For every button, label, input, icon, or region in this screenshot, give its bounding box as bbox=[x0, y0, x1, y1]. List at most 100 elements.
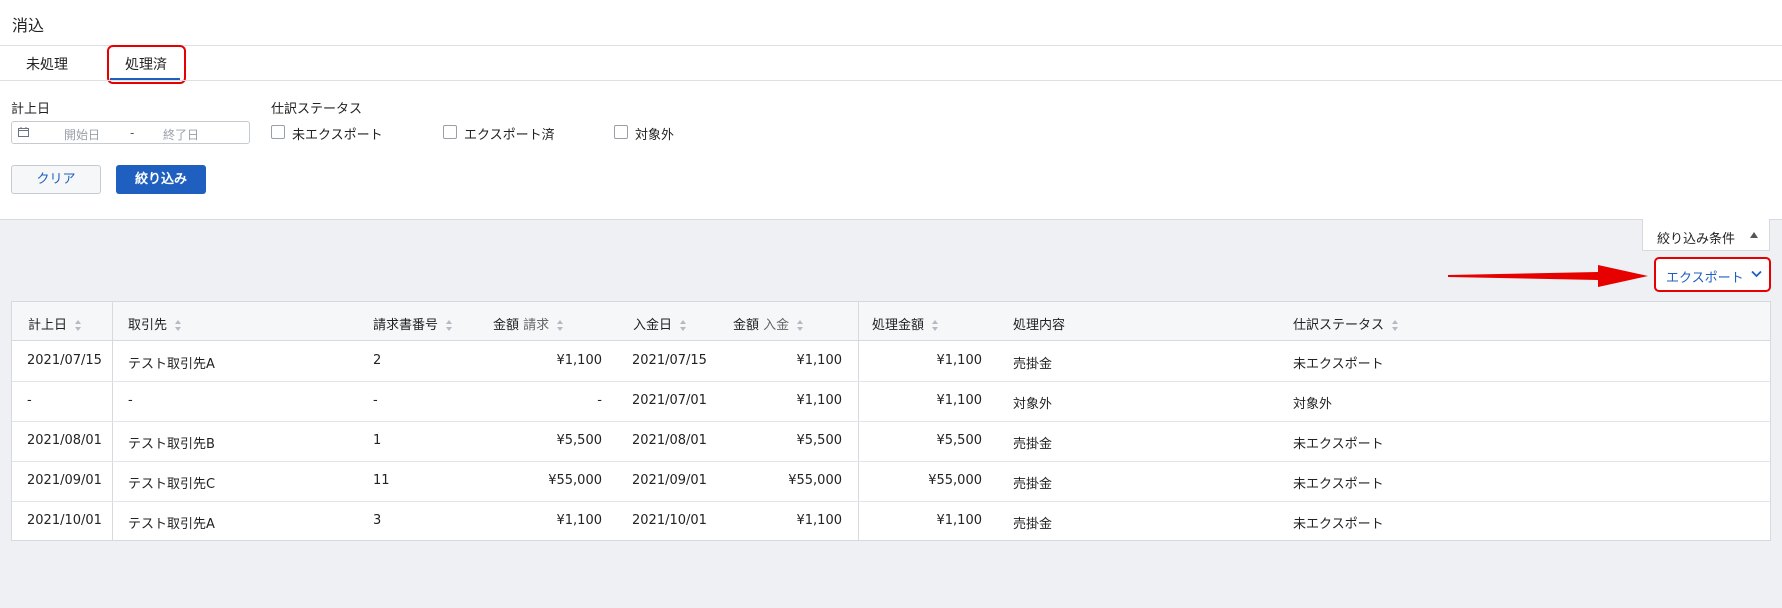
cell-date: - bbox=[27, 393, 32, 408]
column-header-partner[interactable]: 取引先 bbox=[128, 314, 182, 333]
arrow-annotation-icon bbox=[1448, 265, 1648, 287]
chevron-down-icon bbox=[1751, 270, 1762, 278]
cell-invoice-number: - bbox=[373, 393, 378, 408]
cell-invoice-amount: ¥5,500 bbox=[556, 433, 603, 448]
cell-payment-date: 2021/09/01 bbox=[632, 473, 707, 488]
divider bbox=[0, 45, 1782, 46]
cell-partner: テスト取引先A bbox=[128, 357, 215, 372]
column-label: 計上日 bbox=[28, 318, 68, 333]
cell-date: 2021/10/01 bbox=[27, 513, 102, 528]
cell-payment-date: 2021/08/01 bbox=[632, 433, 707, 448]
column-header-payment-date[interactable]: 入金日 bbox=[633, 314, 687, 333]
cell-journal-status: 未エクスポート bbox=[1293, 357, 1384, 372]
cell-journal-status: 未エクスポート bbox=[1293, 517, 1384, 532]
page-title: 消込 bbox=[12, 16, 45, 35]
cell-payment-date: 2021/07/15 bbox=[632, 353, 707, 368]
caret-up-icon bbox=[1750, 232, 1758, 238]
cell-payment-amount: ¥5,500 bbox=[796, 433, 843, 448]
start-date-input[interactable]: 開始日 bbox=[64, 126, 100, 143]
cell-invoice-number: 2 bbox=[373, 353, 382, 368]
date-separator: - bbox=[130, 126, 135, 140]
sort-icon bbox=[175, 319, 182, 332]
checkbox-not-exported[interactable] bbox=[271, 125, 285, 139]
column-header-payment-amount[interactable]: 金額 入金 bbox=[733, 314, 804, 333]
cell-invoice-amount: ¥1,100 bbox=[556, 513, 603, 528]
column-sublabel: 請求 bbox=[523, 318, 550, 333]
filter-panel: 消込 未処理 処理済 計上日 開始日 - 終了日 仕訳ステータス 未エクスポート… bbox=[0, 0, 1782, 220]
column-header-invoice-number[interactable]: 請求書番号 bbox=[373, 314, 453, 333]
sort-icon bbox=[1392, 319, 1399, 332]
date-filter-label: 計上日 bbox=[11, 102, 51, 117]
cell-processed-amount: ¥1,100 bbox=[936, 513, 983, 528]
cell-invoice-amount: ¥55,000 bbox=[548, 473, 602, 488]
checkbox-label: エクスポート済 bbox=[464, 128, 555, 143]
cell-payment-date: 2021/10/01 bbox=[632, 513, 707, 528]
cell-partner: - bbox=[128, 393, 133, 408]
sort-icon bbox=[680, 319, 687, 332]
clear-button[interactable]: クリア bbox=[11, 165, 101, 194]
cell-partner: テスト取引先C bbox=[128, 477, 216, 492]
column-label: 仕訳ステータス bbox=[1293, 318, 1385, 333]
cell-payment-amount: ¥1,100 bbox=[796, 513, 843, 528]
table-row[interactable]: 2021/07/15 テスト取引先A 2 ¥1,100 2021/07/15 ¥… bbox=[12, 341, 1770, 382]
cell-payment-amount: ¥55,000 bbox=[788, 473, 842, 488]
table-row[interactable]: - - - - 2021/07/01 ¥1,100 ¥1,100 対象外 対象外 bbox=[12, 381, 1770, 422]
cell-date: 2021/09/01 bbox=[27, 473, 102, 488]
tab-processed-highlight bbox=[107, 45, 186, 84]
cell-invoice-number: 11 bbox=[373, 473, 390, 488]
column-label: 請求書番号 bbox=[373, 318, 439, 333]
cell-process-type: 売掛金 bbox=[1013, 477, 1053, 492]
table-row[interactable]: 2021/10/01 テスト取引先A 3 ¥1,100 2021/10/01 ¥… bbox=[12, 501, 1770, 541]
cell-date: 2021/08/01 bbox=[27, 433, 102, 448]
filter-conditions-toggle[interactable]: 絞り込み条件 bbox=[1642, 219, 1770, 251]
cell-process-type: 売掛金 bbox=[1013, 437, 1053, 452]
sort-icon bbox=[75, 319, 82, 332]
cell-payment-date: 2021/07/01 bbox=[632, 393, 707, 408]
column-label: 金額 bbox=[493, 318, 520, 333]
cell-processed-amount: ¥1,100 bbox=[936, 353, 983, 368]
table-row[interactable]: 2021/09/01 テスト取引先C 11 ¥55,000 2021/09/01… bbox=[12, 461, 1770, 502]
cell-invoice-amount: ¥1,100 bbox=[556, 353, 603, 368]
cell-invoice-number: 1 bbox=[373, 433, 382, 448]
column-header-processed-amount[interactable]: 処理金額 bbox=[872, 314, 939, 333]
divider bbox=[0, 80, 1782, 81]
checkbox-label: 対象外 bbox=[635, 128, 675, 143]
column-label: 金額 bbox=[733, 318, 760, 333]
export-button[interactable]: エクスポート bbox=[1654, 257, 1771, 292]
end-date-input[interactable]: 終了日 bbox=[163, 126, 199, 143]
date-range-picker[interactable]: 開始日 - 終了日 bbox=[11, 121, 250, 144]
sort-icon bbox=[932, 319, 939, 332]
column-header-process-type: 処理内容 bbox=[1013, 314, 1065, 333]
tab-unprocessed[interactable]: 未処理 bbox=[26, 54, 68, 74]
cell-partner: テスト取引先A bbox=[128, 517, 215, 532]
cell-partner: テスト取引先B bbox=[128, 437, 215, 452]
column-label: 処理金額 bbox=[872, 318, 925, 333]
sort-icon bbox=[446, 319, 453, 332]
cell-invoice-amount: - bbox=[597, 393, 602, 408]
column-label: 取引先 bbox=[128, 318, 168, 333]
status-filter-label: 仕訳ステータス bbox=[271, 102, 363, 117]
column-label: 処理内容 bbox=[1013, 318, 1066, 333]
cell-processed-amount: ¥55,000 bbox=[928, 473, 982, 488]
table-row[interactable]: 2021/08/01 テスト取引先B 1 ¥5,500 2021/08/01 ¥… bbox=[12, 421, 1770, 462]
cell-processed-amount: ¥5,500 bbox=[936, 433, 983, 448]
reconciliation-table: 計上日 取引先 請求書番号 金額 請求 入金日 金額 入金 処理金額 処理内容 … bbox=[11, 301, 1771, 541]
cell-invoice-number: 3 bbox=[373, 513, 382, 528]
sort-icon bbox=[557, 319, 564, 332]
calendar-icon bbox=[18, 127, 29, 137]
filter-conditions-label: 絞り込み条件 bbox=[1657, 232, 1736, 247]
export-label: エクスポート bbox=[1666, 271, 1744, 286]
column-label: 入金日 bbox=[633, 318, 673, 333]
checkbox-exported[interactable] bbox=[443, 125, 457, 139]
apply-filter-button[interactable]: 絞り込み bbox=[116, 165, 206, 194]
table-header: 計上日 取引先 請求書番号 金額 請求 入金日 金額 入金 処理金額 処理内容 … bbox=[12, 302, 1770, 341]
column-header-journal-status[interactable]: 仕訳ステータス bbox=[1293, 314, 1399, 333]
cell-process-type: 対象外 bbox=[1013, 397, 1053, 412]
cell-processed-amount: ¥1,100 bbox=[936, 393, 983, 408]
column-header-date[interactable]: 計上日 bbox=[28, 314, 82, 333]
column-header-invoice-amount[interactable]: 金額 請求 bbox=[493, 314, 564, 333]
checkbox-excluded[interactable] bbox=[614, 125, 628, 139]
cell-journal-status: 対象外 bbox=[1293, 397, 1333, 412]
cell-process-type: 売掛金 bbox=[1013, 517, 1053, 532]
cell-date: 2021/07/15 bbox=[27, 353, 102, 368]
